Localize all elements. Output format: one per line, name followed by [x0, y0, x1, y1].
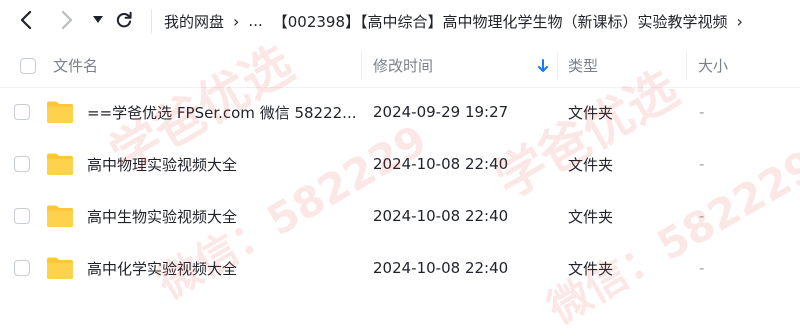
table-row[interactable]: 高中物理实验视频大全 2024-10-08 22:40 文件夹 -: [0, 139, 800, 189]
history-dropdown-button[interactable]: [84, 6, 112, 34]
file-type: 文件夹: [568, 155, 614, 174]
file-modified: 2024-09-29 19:27: [373, 103, 509, 121]
file-type: 文件夹: [568, 207, 614, 226]
column-divider: [361, 52, 362, 80]
breadcrumb-current[interactable]: 【002398】【高中综合】高中物理化学生物（新课标）实验教学视频: [273, 11, 728, 32]
back-button[interactable]: [12, 6, 40, 34]
folder-icon: [47, 205, 73, 227]
refresh-button[interactable]: [110, 6, 138, 34]
table-row[interactable]: ==学爸优选 FPSer.com 微信 58222... 2024-09-29 …: [0, 87, 800, 137]
table-row[interactable]: 高中生物实验视频大全 2024-10-08 22:40 文件夹 -: [0, 191, 800, 241]
breadcrumb-root[interactable]: 我的网盘: [164, 11, 224, 32]
row-checkbox[interactable]: [14, 208, 30, 224]
folder-icon: [47, 101, 73, 123]
breadcrumb-separator-icon: ›: [233, 11, 240, 31]
file-size: -: [699, 155, 705, 173]
file-type: 文件夹: [568, 103, 614, 122]
file-modified: 2024-10-08 22:40: [373, 259, 509, 277]
file-name[interactable]: 高中生物实验视频大全: [87, 191, 237, 241]
row-checkbox[interactable]: [14, 260, 30, 276]
file-size: -: [699, 259, 705, 277]
toolbar-divider: [151, 9, 152, 33]
file-list-header: 文件名 修改时间 类型 大小: [0, 44, 800, 88]
caret-down-icon: [93, 16, 103, 23]
breadcrumb-ellipsis[interactable]: ...: [248, 12, 262, 30]
column-divider: [557, 52, 558, 80]
refresh-icon: [116, 11, 132, 28]
column-divider: [686, 52, 687, 80]
file-name[interactable]: 高中化学实验视频大全: [87, 243, 237, 293]
row-checkbox[interactable]: [14, 156, 30, 172]
column-header-modified[interactable]: 修改时间: [373, 44, 433, 87]
select-all-checkbox[interactable]: [20, 58, 36, 74]
sort-arrow-down-icon[interactable]: [537, 44, 549, 87]
column-header-name[interactable]: 文件名: [53, 44, 98, 87]
toolbar: 我的网盘 › ... 【002398】【高中综合】高中物理化学生物（新课标）实验…: [0, 0, 800, 42]
file-size: -: [699, 103, 705, 121]
column-header-size[interactable]: 大小: [698, 44, 728, 87]
file-size: -: [699, 207, 705, 225]
breadcrumb: 我的网盘 › ... 【002398】【高中综合】高中物理化学生物（新课标）实验…: [164, 0, 800, 42]
file-name[interactable]: ==学爸优选 FPSer.com 微信 58222...: [87, 87, 356, 137]
folder-icon: [47, 153, 73, 175]
folder-icon: [47, 257, 73, 279]
forward-button[interactable]: [53, 6, 81, 34]
file-name[interactable]: 高中物理实验视频大全: [87, 139, 237, 189]
chevron-left-icon: [20, 11, 32, 29]
breadcrumb-separator-icon: ›: [736, 11, 743, 31]
file-modified: 2024-10-08 22:40: [373, 155, 509, 173]
table-row[interactable]: 高中化学实验视频大全 2024-10-08 22:40 文件夹 -: [0, 243, 800, 293]
file-modified: 2024-10-08 22:40: [373, 207, 509, 225]
column-header-type[interactable]: 类型: [568, 44, 598, 87]
row-checkbox[interactable]: [14, 104, 30, 120]
chevron-right-icon: [61, 11, 73, 29]
file-type: 文件夹: [568, 259, 614, 278]
